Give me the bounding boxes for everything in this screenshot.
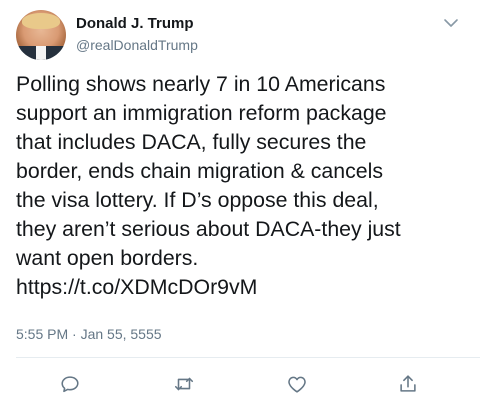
tweet-link[interactable]: https://t.co/XDMcDOr9vM — [16, 273, 466, 302]
like-button[interactable] — [285, 372, 309, 396]
tweet-text: Polling shows nearly 7 in 10 Americans s… — [16, 70, 466, 302]
share-button[interactable] — [396, 372, 420, 396]
reply-button[interactable] — [58, 372, 82, 396]
tweet-card: Donald J. Trump @realDonaldTrump Polling… — [0, 0, 480, 410]
avatar[interactable] — [16, 10, 66, 60]
tweet-text-line: they aren’t serious about DACA-they just — [16, 217, 401, 241]
avatar-shirt — [36, 46, 46, 60]
tweet-text-line: want open borders. — [16, 246, 199, 270]
author-display-name[interactable]: Donald J. Trump — [76, 15, 194, 32]
reply-icon — [61, 376, 79, 393]
heart-icon — [288, 376, 306, 393]
chevron-down-icon[interactable] — [443, 16, 459, 28]
tweet-text-line: border, ends chain migration & cancels — [16, 159, 383, 183]
tweet-timestamp[interactable]: 5:55 PM · Jan 55, 5555 — [16, 326, 162, 342]
tweet-text-line: the visa lottery. If D’s oppose this dea… — [16, 188, 379, 212]
tweet-text-line: Polling shows nearly 7 in 10 Americans — [16, 72, 386, 96]
retweet-button[interactable] — [172, 372, 196, 396]
avatar-hair — [22, 13, 60, 29]
author-handle[interactable]: @realDonaldTrump — [76, 37, 198, 53]
tweet-text-line: that includes DACA, fully secures the — [16, 130, 367, 154]
tweet-text-line: support an immigration reform package — [16, 101, 387, 125]
divider — [16, 357, 480, 358]
share-icon — [400, 375, 416, 392]
retweet-icon — [174, 377, 194, 391]
